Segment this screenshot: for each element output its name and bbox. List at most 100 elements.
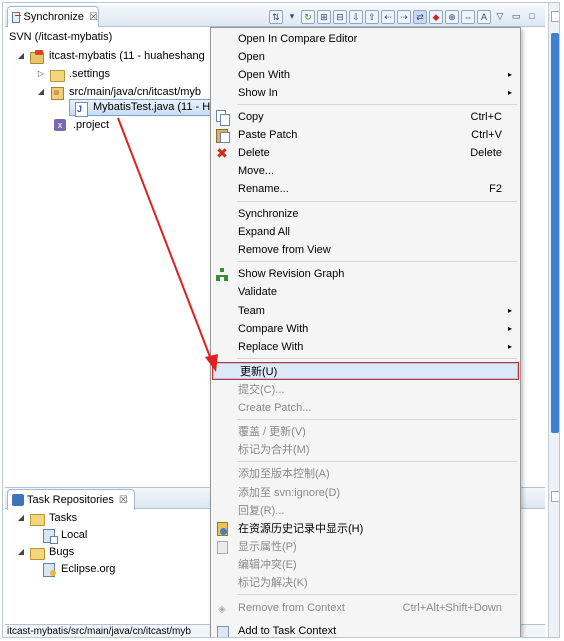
sync-mode-icon[interactable]: ⇅ bbox=[269, 10, 283, 24]
minimize-icon[interactable]: ▭ bbox=[509, 10, 523, 24]
tree-row-mybatistest-selected[interactable]: MybatisTest.java (11 - H bbox=[69, 99, 215, 117]
menu-add-to-svn-ignore[interactable]: 添加至 svn:ignore(D) bbox=[211, 484, 520, 502]
close-icon[interactable]: ☒ bbox=[119, 495, 128, 506]
menu-edit-conflicts[interactable]: 编辑冲突(E) bbox=[211, 556, 520, 574]
synchronize-view-header: Synchronize ☒ ⇅ ▾ ↻ ⊞ ⊟ ⇩ ⇧ ⇠ ⇢ ⇄ ◆ ⊕ ⇔ … bbox=[5, 5, 545, 27]
sort-icon[interactable]: A bbox=[477, 10, 491, 24]
menu-mark-merged[interactable]: 标记为合并(M) bbox=[211, 441, 520, 459]
tree-label: Eclipse.org bbox=[61, 562, 116, 575]
submenu-arrow-icon: ▸ bbox=[507, 342, 512, 351]
context-icon: ◈ bbox=[218, 604, 226, 615]
menu-show-in-history[interactable]: 在资源历史记录中显示(H) bbox=[211, 520, 520, 538]
restore-icon[interactable] bbox=[551, 11, 559, 22]
tree-label: MybatisTest.java (11 - H bbox=[93, 101, 211, 113]
vertical-scrollbar[interactable] bbox=[551, 33, 559, 433]
tree-label: Bugs bbox=[49, 545, 75, 558]
menu-update[interactable]: 更新(U) bbox=[212, 362, 519, 380]
context-menu: Open In Compare Editor Open Open With ▸ S… bbox=[210, 27, 521, 637]
history-icon bbox=[215, 522, 229, 536]
menu-open-with[interactable]: Open With ▸ bbox=[211, 66, 520, 84]
expand-all-icon[interactable]: ⊞ bbox=[317, 10, 331, 24]
side-panel-strip bbox=[548, 3, 559, 637]
menu-separator bbox=[237, 461, 517, 462]
folder-icon bbox=[29, 511, 45, 526]
menu-synchronize[interactable]: Synchronize bbox=[211, 205, 520, 223]
menu-separator bbox=[237, 358, 517, 359]
menu-separator bbox=[237, 419, 517, 420]
task-repo-icon bbox=[41, 528, 58, 544]
menu-delete[interactable]: ✖ Delete Delete bbox=[211, 144, 520, 162]
menu-remove-from-context[interactable]: ◈ Remove from Context Ctrl+Alt+Shift+Down bbox=[211, 599, 520, 617]
pin-icon[interactable]: ⊕ bbox=[445, 10, 459, 24]
collapse-twisty-icon[interactable]: ▷ bbox=[37, 69, 45, 78]
menu-create-patch[interactable]: Create Patch... bbox=[211, 399, 520, 417]
tree-label: .project bbox=[73, 118, 110, 131]
svn-path-label: SVN (/itcast-mybatis) bbox=[9, 31, 113, 43]
menu-replace-with[interactable]: Replace With ▸ bbox=[211, 338, 520, 356]
dropdown-icon[interactable]: ▾ bbox=[285, 10, 299, 24]
menu-compare-with[interactable]: Compare With ▸ bbox=[211, 320, 520, 338]
tree-label: itcast-mybatis (11 - huaheshang bbox=[49, 49, 205, 62]
tree-row-package[interactable]: ◢ src/main/java/cn/itcast/myb bbox=[37, 83, 201, 100]
tree-label: Tasks bbox=[49, 511, 78, 524]
menu-mark-resolved[interactable]: 标记为解决(K) bbox=[211, 574, 520, 592]
tree-row-settings[interactable]: ▷ .settings bbox=[37, 65, 110, 82]
tab-synchronize[interactable]: Synchronize ☒ bbox=[7, 6, 99, 27]
menu-commit[interactable]: 提交(C)... bbox=[211, 381, 520, 399]
menu-move[interactable]: Move... bbox=[211, 162, 520, 180]
link-icon[interactable]: ⇔ bbox=[461, 10, 475, 24]
tree-row-project[interactable]: ◢ itcast-mybatis (11 - huaheshang bbox=[17, 47, 205, 64]
conflicts-mode-icon[interactable]: ◆ bbox=[429, 10, 443, 24]
menu-override-update[interactable]: 覆盖 / 更新(V) bbox=[211, 423, 520, 441]
previous-diff-icon[interactable]: ⇧ bbox=[365, 10, 379, 24]
expand-twisty-icon[interactable]: ◢ bbox=[17, 513, 25, 522]
synchronize-icon bbox=[12, 11, 22, 23]
eclipse-window: Synchronize ☒ ⇅ ▾ ↻ ⊞ ⊟ ⇩ ⇧ ⇠ ⇢ ⇄ ◆ ⊕ ⇔ … bbox=[2, 2, 560, 638]
menu-revert[interactable]: 回复(R)... bbox=[211, 502, 520, 520]
view-menu-icon[interactable]: ▽ bbox=[493, 10, 507, 24]
menu-paste-patch[interactable]: Paste Patch Ctrl+V bbox=[211, 126, 520, 144]
menu-show-in[interactable]: Show In ▸ bbox=[211, 84, 520, 102]
tree-row-project-file[interactable]: .project bbox=[53, 116, 109, 133]
menu-open[interactable]: Open bbox=[211, 48, 520, 66]
tree-row-local[interactable]: Local bbox=[41, 526, 88, 544]
incoming-mode-icon[interactable]: ⇠ bbox=[381, 10, 395, 24]
tab-task-repositories[interactable]: Task Repositories ☒ bbox=[7, 489, 135, 510]
menu-copy[interactable]: Copy Ctrl+C bbox=[211, 108, 520, 126]
tree-row-bugs[interactable]: ◢ Bugs bbox=[17, 543, 74, 560]
task-repositories-icon bbox=[12, 494, 24, 506]
tree-row-tasks[interactable]: ◢ Tasks bbox=[17, 509, 77, 526]
project-icon bbox=[29, 49, 45, 64]
outgoing-mode-icon[interactable]: ⇢ bbox=[397, 10, 411, 24]
synchronize-button-icon[interactable]: ↻ bbox=[301, 10, 315, 24]
menu-validate[interactable]: Validate bbox=[211, 283, 520, 301]
collapse-all-icon[interactable]: ⊟ bbox=[333, 10, 347, 24]
both-modes-icon[interactable]: ⇄ bbox=[413, 10, 427, 24]
bug-repo-icon bbox=[41, 562, 57, 577]
submenu-arrow-icon: ▸ bbox=[507, 324, 512, 333]
expand-twisty-icon[interactable]: ◢ bbox=[37, 87, 45, 96]
java-file-icon bbox=[73, 101, 89, 117]
close-icon[interactable]: ☒ bbox=[89, 12, 98, 23]
expand-twisty-icon[interactable]: ◢ bbox=[17, 547, 25, 556]
menu-open-in-compare-editor[interactable]: Open In Compare Editor bbox=[211, 30, 520, 48]
menu-show-revision-graph[interactable]: Show Revision Graph bbox=[211, 265, 520, 283]
tree-label: Local bbox=[61, 528, 88, 541]
menu-separator bbox=[237, 104, 517, 105]
restore-icon[interactable] bbox=[551, 491, 559, 502]
expand-twisty-icon[interactable]: ◢ bbox=[17, 51, 25, 60]
menu-rename[interactable]: Rename... F2 bbox=[211, 180, 520, 198]
menu-remove-from-view[interactable]: Remove from View bbox=[211, 241, 520, 259]
menu-team[interactable]: Team ▸ bbox=[211, 302, 520, 320]
menu-add-to-version-control[interactable]: 添加至版本控制(A) bbox=[211, 465, 520, 483]
menu-add-to-task-context[interactable]: Add to Task Context bbox=[211, 622, 520, 637]
menu-show-properties[interactable]: 显示属性(P) bbox=[211, 538, 520, 556]
tree-row-eclipse-org[interactable]: Eclipse.org bbox=[41, 560, 115, 577]
next-diff-icon[interactable]: ⇩ bbox=[349, 10, 363, 24]
menu-expand-all[interactable]: Expand All bbox=[211, 223, 520, 241]
submenu-arrow-icon: ▸ bbox=[507, 70, 512, 79]
menu-separator bbox=[237, 261, 517, 262]
package-icon bbox=[49, 85, 65, 100]
maximize-icon[interactable]: □ bbox=[525, 10, 539, 24]
submenu-arrow-icon: ▸ bbox=[507, 306, 512, 315]
